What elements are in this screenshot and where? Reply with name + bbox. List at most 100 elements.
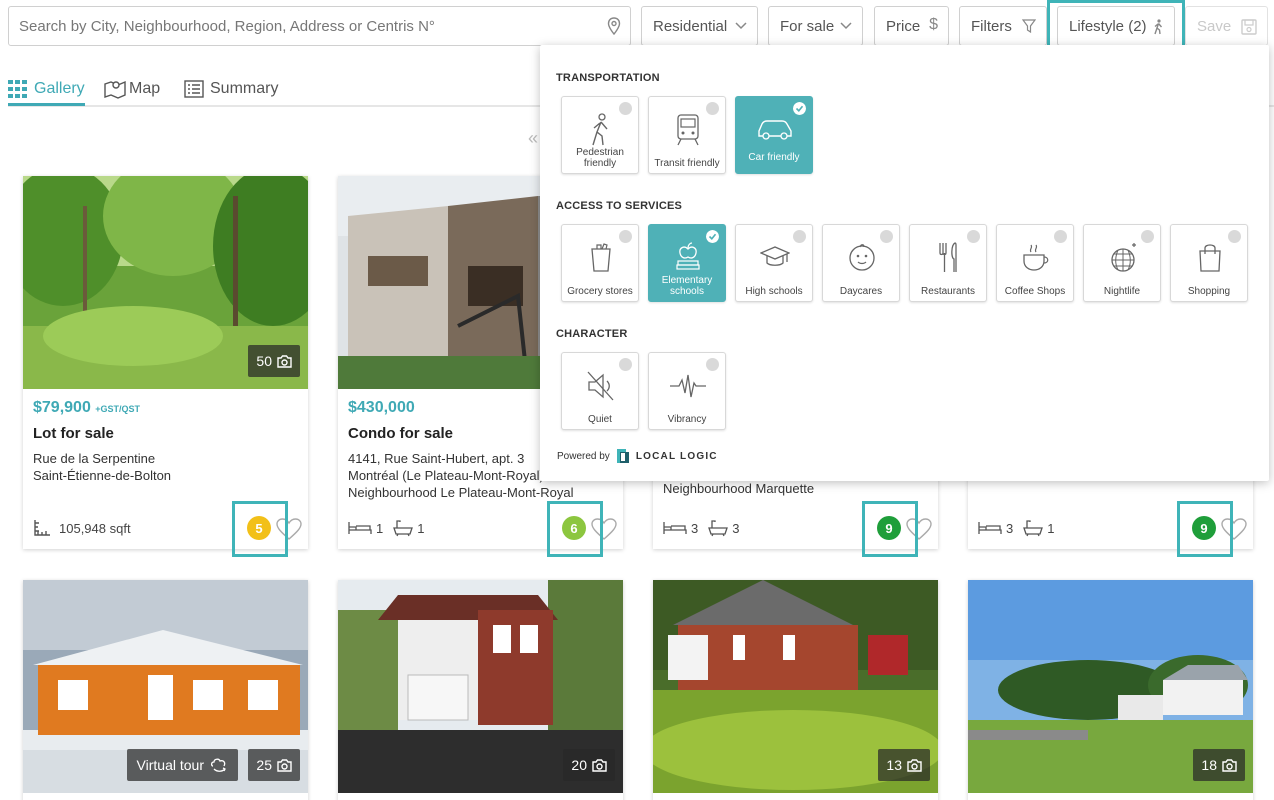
listing-photo[interactable]: 50 <box>23 176 308 389</box>
option-daycares[interactable]: Daycares <box>822 224 900 302</box>
tab-summary[interactable]: Summary <box>184 74 278 104</box>
option-check <box>706 102 719 115</box>
room-features: 3 3 <box>663 519 739 537</box>
option-label: Car friendly <box>748 152 800 163</box>
virtual-tour-label: Virtual tour <box>136 757 204 773</box>
listing-price: $79,900 +GST/QST <box>33 399 298 417</box>
option-check <box>1228 230 1241 243</box>
section-title-character: CHARACTER <box>556 328 628 340</box>
option-nightlife[interactable]: Nightlife <box>1083 224 1161 302</box>
score-highlight <box>862 501 918 557</box>
save-search-button[interactable]: Save <box>1185 6 1268 46</box>
tab-summary-label: Summary <box>210 80 279 97</box>
option-label: Elementary schools <box>661 275 713 297</box>
option-label: Grocery stores <box>567 286 633 297</box>
option-check <box>1054 230 1067 243</box>
list-icon <box>184 80 204 98</box>
option-check <box>793 230 806 243</box>
bath-count: 1 <box>1047 520 1055 536</box>
photo-count-badge[interactable]: 50 <box>248 345 300 377</box>
option-grocery-stores[interactable]: Grocery stores <box>561 224 639 302</box>
chevron-down-icon <box>735 22 747 30</box>
option-vibrancy[interactable]: Vibrancy <box>648 352 726 430</box>
option-high-schools[interactable]: High schools <box>735 224 813 302</box>
option-label: Daycares <box>839 286 883 297</box>
photo-count: 50 <box>256 353 272 369</box>
listing-card[interactable]: 18 <box>968 580 1253 800</box>
local-logic-logo-icon <box>616 449 629 463</box>
location-pin-icon[interactable] <box>607 17 621 35</box>
option-check <box>880 230 893 243</box>
tab-gallery-label: Gallery <box>34 80 85 97</box>
category-dropdown[interactable]: Residential <box>641 6 758 46</box>
tab-map-label: Map <box>129 80 161 97</box>
camera-icon <box>592 758 607 772</box>
camera-icon <box>277 758 292 772</box>
tab-map[interactable]: Map <box>104 74 160 104</box>
listing-card[interactable]: 20 <box>338 580 623 800</box>
option-elementary-schools[interactable]: Elementary schools <box>648 224 726 302</box>
bed-icon <box>348 522 372 534</box>
listing-photo[interactable]: Virtual tour 25 <box>23 580 308 793</box>
virtual-tour-badge[interactable]: Virtual tour <box>126 749 238 781</box>
section-title-transportation: TRANSPORTATION <box>556 72 660 84</box>
listing-photo[interactable]: 18 <box>968 580 1253 793</box>
map-icon <box>104 80 126 99</box>
listing-card[interactable]: 13 <box>653 580 938 800</box>
pedestrian-icon <box>592 113 608 146</box>
option-label: Nightlife <box>1103 286 1141 297</box>
option-label: Coffee Shops <box>1004 286 1066 297</box>
bed-count: 1 <box>376 520 384 536</box>
baby-face-icon <box>849 244 875 271</box>
score-highlight <box>232 501 288 557</box>
price-label: Price <box>886 17 921 35</box>
option-coffee-shops[interactable]: Coffee Shops <box>996 224 1074 302</box>
price-filter-button[interactable]: Price $ <box>874 6 949 46</box>
listing-photo[interactable]: 13 <box>653 580 938 793</box>
lot-area-icon <box>34 520 50 536</box>
option-quiet[interactable]: Quiet <box>561 352 639 430</box>
bath-icon <box>1023 520 1044 537</box>
dollar-icon: $ <box>929 16 938 33</box>
powered-by: Powered by LOCAL LOGIC <box>557 448 718 464</box>
bath-icon <box>708 520 729 537</box>
tab-gallery[interactable]: Gallery <box>8 74 85 106</box>
photo-count-badge[interactable]: 13 <box>878 749 930 781</box>
option-label: Restaurants <box>921 286 975 297</box>
photo-count-badge[interactable]: 25 <box>248 749 300 781</box>
bath-icon <box>393 520 414 537</box>
chevron-down-icon <box>840 22 852 30</box>
checkmark-icon <box>706 230 719 243</box>
listing-photo[interactable]: 20 <box>338 580 623 793</box>
option-check <box>706 358 719 371</box>
listing-address: Rue de la Serpentine Saint-Étienne-de-Bo… <box>33 450 298 484</box>
section-title-services: ACCESS TO SERVICES <box>556 200 683 212</box>
photo-count-badge[interactable]: 18 <box>1193 749 1245 781</box>
option-pedestrian-friendly[interactable]: Pedestrian friendly <box>561 96 639 174</box>
listing-card[interactable]: 50 $79,900 +GST/QST Lot for sale Rue de … <box>23 176 308 549</box>
option-transit-friendly[interactable]: Transit friendly <box>648 96 726 174</box>
address-line: Rue de la Serpentine <box>33 451 156 466</box>
camera-icon <box>1222 758 1237 772</box>
apple-books-icon <box>676 242 700 270</box>
photo-count-badge[interactable]: 20 <box>563 749 615 781</box>
search-box[interactable] <box>8 6 631 46</box>
score-highlight <box>547 501 603 557</box>
filters-button[interactable]: Filters <box>959 6 1047 46</box>
shopping-bag-icon <box>1199 244 1221 272</box>
pagination-prev-icon[interactable]: « <box>528 128 538 149</box>
save-label: Save <box>1197 17 1232 35</box>
option-car-friendly[interactable]: Car friendly <box>735 96 813 174</box>
property-type: Lot for sale <box>33 425 114 442</box>
listing-card[interactable]: Virtual tour 25 <box>23 580 308 800</box>
option-restaurants[interactable]: Restaurants <box>909 224 987 302</box>
transaction-dropdown[interactable]: For sale <box>768 6 863 46</box>
photo-count: 20 <box>571 757 587 773</box>
powered-by-label: Powered by <box>557 450 610 462</box>
option-shopping[interactable]: Shopping <box>1170 224 1248 302</box>
cutlery-icon <box>939 242 957 272</box>
room-features: 3 1 <box>978 519 1054 537</box>
search-input[interactable] <box>9 7 589 45</box>
address-line: Saint-Étienne-de-Bolton <box>33 468 172 483</box>
address-line: Neighbourhood Marquette <box>663 481 815 496</box>
